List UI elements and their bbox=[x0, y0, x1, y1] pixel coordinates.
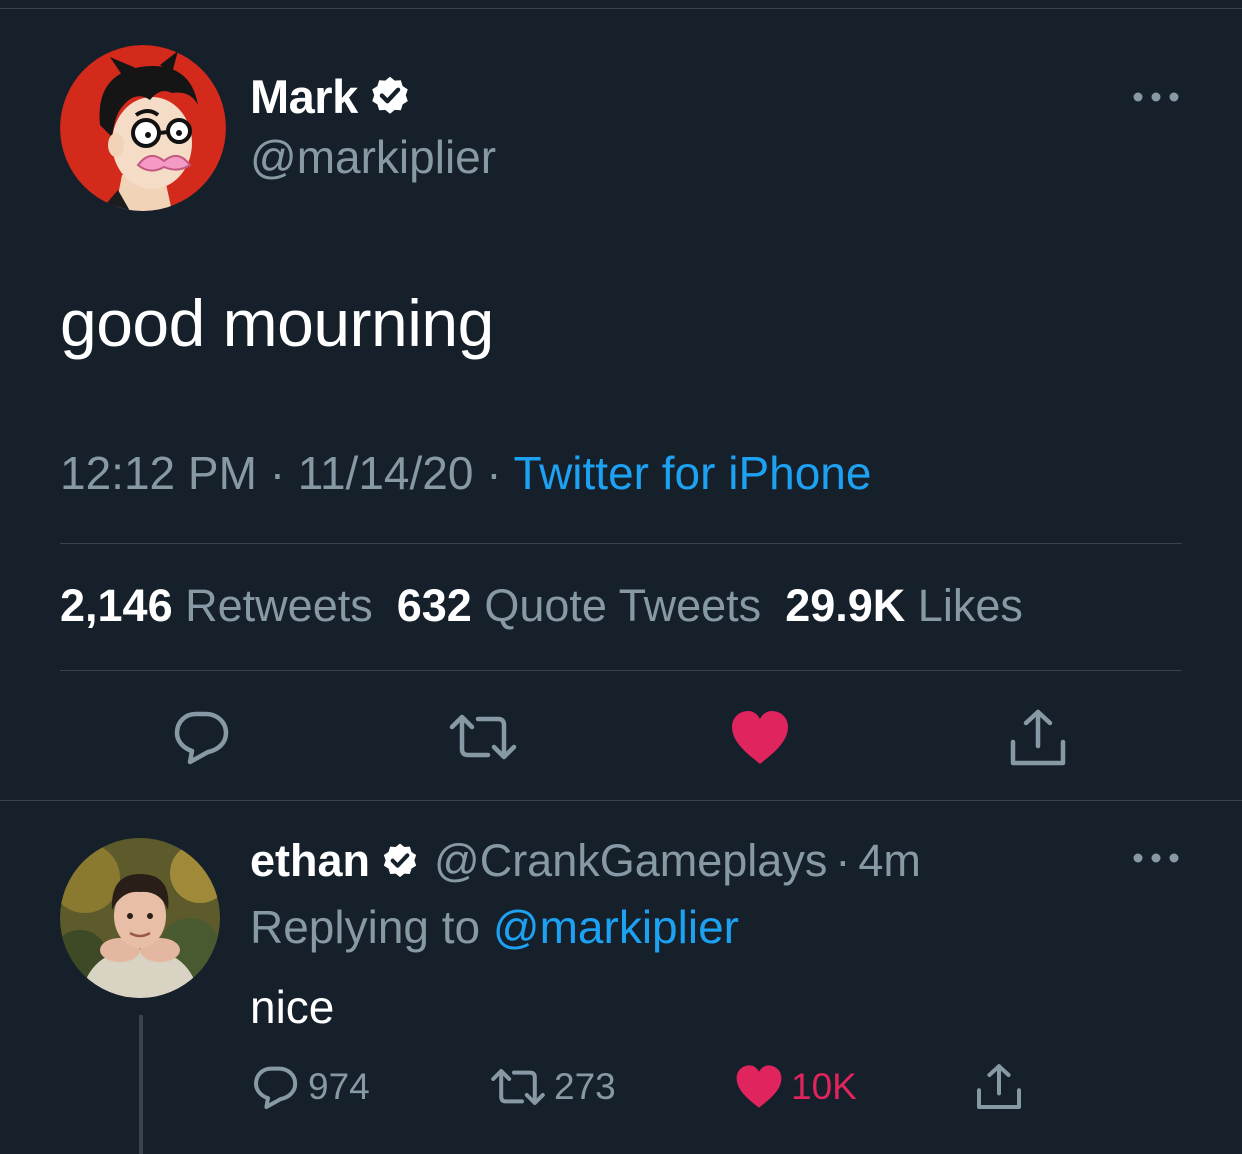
reply-reply-button[interactable]: 974 bbox=[252, 1062, 370, 1112]
tweet-meta: 12:12 PM · 11/14/20 · Twitter for iPhone bbox=[60, 446, 871, 500]
like-icon bbox=[736, 1065, 782, 1108]
reply-header: ethan @CrankGameplays · 4m bbox=[250, 830, 921, 892]
tweet-source-link[interactable]: Twitter for iPhone bbox=[514, 447, 872, 499]
author-avatar[interactable] bbox=[60, 45, 226, 211]
author-name[interactable]: Mark bbox=[250, 69, 358, 124]
like-icon[interactable] bbox=[730, 708, 790, 768]
replying-to: Replying to @markiplier bbox=[250, 900, 739, 954]
reply-time[interactable]: 4m bbox=[858, 835, 921, 887]
likes-count: 29.9K bbox=[785, 580, 906, 631]
divider bbox=[60, 543, 1182, 544]
retweet-icon[interactable] bbox=[448, 707, 517, 767]
retweets-stat[interactable]: 2,146 Retweets bbox=[60, 580, 373, 631]
cartoon-avatar-icon bbox=[60, 45, 226, 211]
reply-more-options-icon[interactable] bbox=[1132, 843, 1180, 873]
thread-line bbox=[139, 1015, 143, 1154]
reply-retweet-button[interactable]: 273 bbox=[490, 1062, 616, 1112]
reply-icon[interactable] bbox=[172, 707, 232, 767]
reply-count: 974 bbox=[308, 1066, 370, 1107]
reply-text: nice bbox=[250, 981, 335, 1033]
replying-mention-link[interactable]: @markiplier bbox=[493, 901, 739, 953]
tweet-text: good mourning bbox=[60, 286, 494, 360]
top-divider bbox=[0, 8, 1242, 9]
quotes-stat[interactable]: 632 Quote Tweets bbox=[397, 580, 761, 631]
verified-badge-icon bbox=[368, 74, 412, 118]
like-count: 10K bbox=[791, 1066, 857, 1107]
share-icon bbox=[977, 1064, 1021, 1109]
verified-badge-icon bbox=[380, 841, 420, 881]
tweet-stats: 2,146 Retweets 632 Quote Tweets 29.9K Like… bbox=[60, 580, 1023, 632]
reply-separator: · bbox=[835, 835, 851, 886]
share-icon[interactable] bbox=[1008, 708, 1068, 768]
tweet-time: 12:12 PM bbox=[60, 447, 257, 499]
author-handle[interactable]: @markiplier bbox=[250, 130, 496, 184]
tweet-date[interactable]: 11/14/20 bbox=[298, 447, 474, 499]
likes-label: Likes bbox=[917, 580, 1023, 631]
quotes-label: Quote Tweets bbox=[484, 580, 762, 631]
author-row: Mark bbox=[250, 66, 412, 126]
reply-like-button[interactable]: 10K bbox=[735, 1062, 857, 1112]
divider bbox=[0, 800, 1242, 801]
retweet-icon bbox=[491, 1069, 545, 1105]
reply-author-name[interactable]: ethan bbox=[250, 835, 370, 887]
reply-share-button[interactable] bbox=[975, 1062, 1023, 1112]
retweets-count: 2,146 bbox=[60, 580, 173, 631]
likes-stat[interactable]: 29.9K Likes bbox=[785, 580, 1023, 631]
quotes-count: 632 bbox=[396, 580, 472, 631]
reply-author-handle[interactable]: @CrankGameplays bbox=[434, 835, 827, 887]
reply-avatar[interactable] bbox=[60, 838, 220, 998]
more-options-icon[interactable] bbox=[1132, 82, 1180, 112]
retweets-label: Retweets bbox=[185, 580, 373, 631]
photo-avatar-icon bbox=[60, 838, 220, 998]
divider bbox=[60, 670, 1182, 671]
retweet-count: 273 bbox=[554, 1066, 616, 1107]
replying-prefix: Replying to bbox=[250, 901, 481, 953]
meta-separator: · bbox=[486, 447, 502, 499]
meta-separator: · bbox=[269, 447, 286, 499]
reply-icon bbox=[254, 1066, 298, 1109]
